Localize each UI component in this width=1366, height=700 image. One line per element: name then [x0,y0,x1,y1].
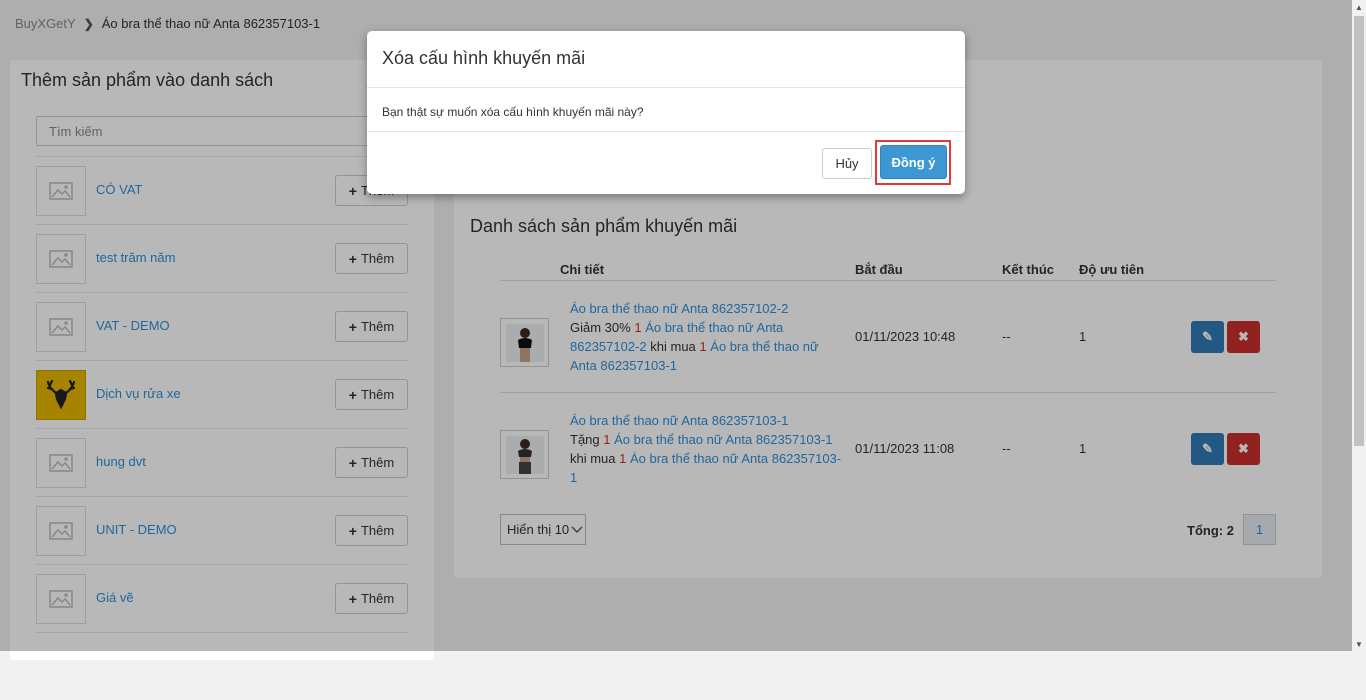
page-scrollbar[interactable]: ▲ ▼ [1352,0,1366,651]
dialog-divider [367,87,965,88]
dialog-message: Bạn thật sự muốn xóa cấu hình khuyến mãi… [382,105,644,119]
delete-confirm-dialog: Xóa cấu hình khuyến mãi Bạn thật sự muốn… [367,31,965,194]
scroll-up-arrow-icon[interactable]: ▲ [1352,0,1366,14]
confirm-button[interactable]: Đồng ý [880,145,947,179]
dialog-divider [367,131,965,132]
cancel-button[interactable]: Hủy [822,148,872,179]
scroll-down-arrow-icon[interactable]: ▼ [1352,637,1366,651]
scroll-thumb[interactable] [1354,16,1364,446]
dialog-title: Xóa cấu hình khuyến mãi [382,48,586,68]
